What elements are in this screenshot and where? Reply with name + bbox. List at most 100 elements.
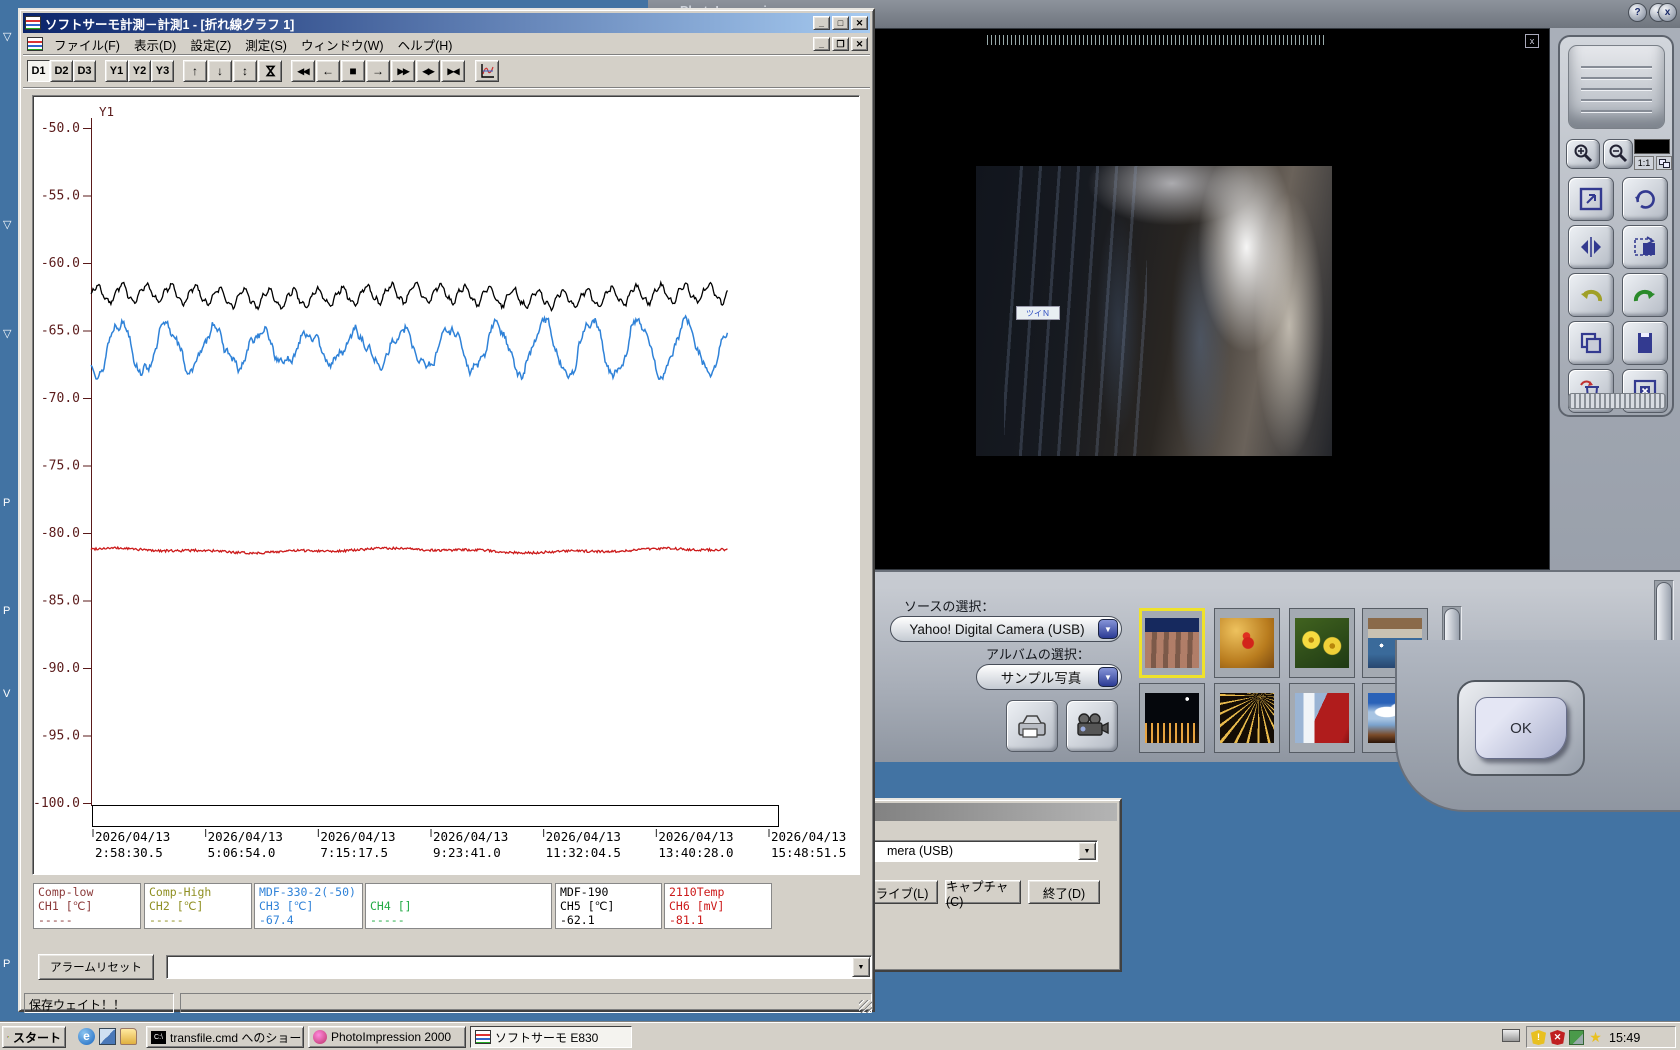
rewind-button[interactable]: ◀◀: [291, 60, 315, 82]
show-desktop-icon[interactable]: [99, 1028, 116, 1045]
thumbnail-night-city[interactable]: [1139, 683, 1205, 753]
menu-help[interactable]: ヘルプ(H): [391, 33, 460, 56]
svg-text:-50.0: -50.0: [41, 121, 80, 136]
start-button[interactable]: スタート: [2, 1026, 66, 1048]
taskbar-item-photoimpression[interactable]: PhotoImpression 2000: [308, 1026, 466, 1048]
graph-tool-button[interactable]: [475, 60, 499, 82]
zoom-out-button[interactable]: [1603, 139, 1633, 169]
exit-button[interactable]: 終了(D): [1028, 880, 1100, 904]
rotate-button[interactable]: [1622, 177, 1668, 221]
resize-button[interactable]: [1568, 177, 1614, 221]
desktop-icon-label-fragment: ▽: [3, 31, 12, 43]
mdi-minimize-button[interactable]: _: [813, 37, 830, 51]
d1-button[interactable]: D1: [27, 60, 50, 82]
start-label: スタート: [12, 1030, 61, 1045]
thumbnail-lighthouse[interactable]: [1289, 683, 1355, 753]
ferris-wheel-image: [1220, 693, 1274, 743]
camcorder-button[interactable]: [1066, 700, 1118, 752]
warning-shield-icon[interactable]: !: [1531, 1030, 1546, 1045]
toolbar: D1 D2 D3 Y1 Y2 Y3 ↑ ↓ ↕ ⋈ ◀◀ ← ■ → ▶▶ ◀▶…: [23, 56, 870, 88]
step-forward-button[interactable]: →: [366, 60, 390, 82]
y2-button[interactable]: Y2: [128, 60, 151, 82]
svg-text:-95.0: -95.0: [41, 729, 80, 744]
help-button[interactable]: ?: [1628, 3, 1647, 22]
cascade-windows-icon[interactable]: [1656, 156, 1672, 170]
copy-button[interactable]: [1568, 321, 1614, 365]
close-view-icon[interactable]: x: [1525, 34, 1539, 48]
star-icon[interactable]: ★: [1588, 1030, 1603, 1045]
fast-forward-button[interactable]: ▶▶: [391, 60, 415, 82]
zoom-in-button[interactable]: [1566, 139, 1600, 169]
keyboard-icon[interactable]: [1502, 1029, 1520, 1042]
alarm-reset-button[interactable]: アラームリセット: [38, 954, 154, 980]
alarm-combobox[interactable]: ▼: [166, 955, 872, 979]
y3-button[interactable]: Y3: [151, 60, 174, 82]
panel-grip[interactable]: [1568, 45, 1665, 129]
album-select-dropdown[interactable]: サンプル写真 ▼: [976, 664, 1122, 690]
ok-button[interactable]: OK: [1475, 697, 1567, 759]
scroll-up-button[interactable]: ↑: [183, 60, 207, 82]
internet-explorer-icon[interactable]: e: [78, 1028, 95, 1045]
menu-window[interactable]: ウィンドウ(W): [294, 33, 391, 56]
stop-button[interactable]: ■: [341, 60, 365, 82]
desktop-icon-label-fragment: ▽: [3, 328, 12, 340]
taskbar-item-transfile[interactable]: C:\ transfile.cmd へのショート...: [146, 1026, 304, 1048]
scanner-button[interactable]: [1006, 700, 1058, 752]
task-label: transfile.cmd へのショート...: [170, 1030, 303, 1045]
svg-text:-85.0: -85.0: [41, 594, 80, 609]
drag-handle[interactable]: [987, 35, 1325, 45]
menu-view[interactable]: 表示(D): [127, 33, 183, 56]
folder-icon[interactable]: [120, 1028, 137, 1045]
chart-plot: Y1 -50.0 -55.0 -60.0 -65.0 -70.0 -75.0 -80.0 -85…: [33, 104, 846, 860]
thumbnail-cardinal-bird[interactable]: [1214, 608, 1280, 678]
expand-horizontal-button[interactable]: ◀▶: [416, 60, 440, 82]
d3-button[interactable]: D3: [73, 60, 96, 82]
source-select-dropdown[interactable]: Yahoo! Digital Camera (USB) ▼: [890, 616, 1122, 642]
d2-button[interactable]: D2: [50, 60, 73, 82]
memory-card-icon[interactable]: [1569, 1030, 1584, 1045]
album-select-label: アルバムの選択：: [986, 647, 1090, 662]
windows-logo-icon: [7, 1036, 9, 1038]
photo-label: ツイＮ: [1016, 306, 1060, 320]
expand-vertical-button[interactable]: ↕: [233, 60, 257, 82]
svg-text:5:06:54.0: 5:06:54.0: [208, 845, 276, 860]
close-button[interactable]: ✕: [851, 16, 868, 30]
live-button[interactable]: ライブ(L): [866, 880, 938, 904]
chevron-down-icon[interactable]: ▼: [1098, 667, 1118, 687]
undo-button[interactable]: [1568, 273, 1614, 317]
compress-vertical-button[interactable]: ⋈: [258, 60, 282, 82]
menu-measure[interactable]: 測定(S): [238, 33, 294, 56]
camera-source-combobox[interactable]: mera (USB) ▼: [836, 840, 1098, 862]
chevron-down-icon[interactable]: ▼: [1098, 619, 1118, 639]
paste-button[interactable]: [1622, 321, 1668, 365]
thumbnail-rock-spires[interactable]: [1139, 608, 1205, 678]
svg-text:-70.0: -70.0: [41, 391, 80, 406]
task-label: PhotoImpression 2000: [331, 1030, 452, 1044]
close-button[interactable]: x: [1658, 3, 1677, 22]
panel-grip-bottom[interactable]: [1568, 393, 1666, 409]
mdi-restore-button[interactable]: ❐: [832, 37, 849, 51]
chevron-down-icon[interactable]: ▼: [1078, 842, 1096, 860]
svg-text:11:32:04.5: 11:32:04.5: [546, 845, 621, 860]
crop-button[interactable]: [1622, 225, 1668, 269]
thumbnail-ferris-wheel[interactable]: [1214, 683, 1280, 753]
minimize-button[interactable]: _: [813, 16, 830, 30]
y1-button[interactable]: Y1: [105, 60, 128, 82]
window-titlebar[interactable]: ソフトサーモ計測－計測1 - [折れ線グラフ 1] _ □ ✕: [23, 13, 870, 33]
capture-button[interactable]: キャプチャ(C): [945, 880, 1021, 909]
flip-horizontal-button[interactable]: [1568, 225, 1614, 269]
error-shield-icon[interactable]: ✕: [1550, 1030, 1565, 1045]
maximize-button[interactable]: □: [832, 16, 849, 30]
redo-button[interactable]: [1622, 273, 1668, 317]
menu-setting[interactable]: 設定(Z): [183, 33, 238, 56]
step-back-button[interactable]: ←: [316, 60, 340, 82]
taskbar-item-softthermo[interactable]: ソフトサーモ E830: [470, 1026, 632, 1048]
thumbnail-yellow-flowers[interactable]: [1289, 608, 1355, 678]
compress-horizontal-button[interactable]: ▶◀: [441, 60, 465, 82]
status-cell: [180, 993, 872, 1013]
resize-grip[interactable]: [859, 1000, 872, 1013]
scroll-down-button[interactable]: ↓: [208, 60, 232, 82]
chevron-down-icon[interactable]: ▼: [852, 957, 870, 977]
mdi-close-button[interactable]: ✕: [851, 37, 868, 51]
menu-file[interactable]: ファイル(F): [47, 33, 127, 56]
